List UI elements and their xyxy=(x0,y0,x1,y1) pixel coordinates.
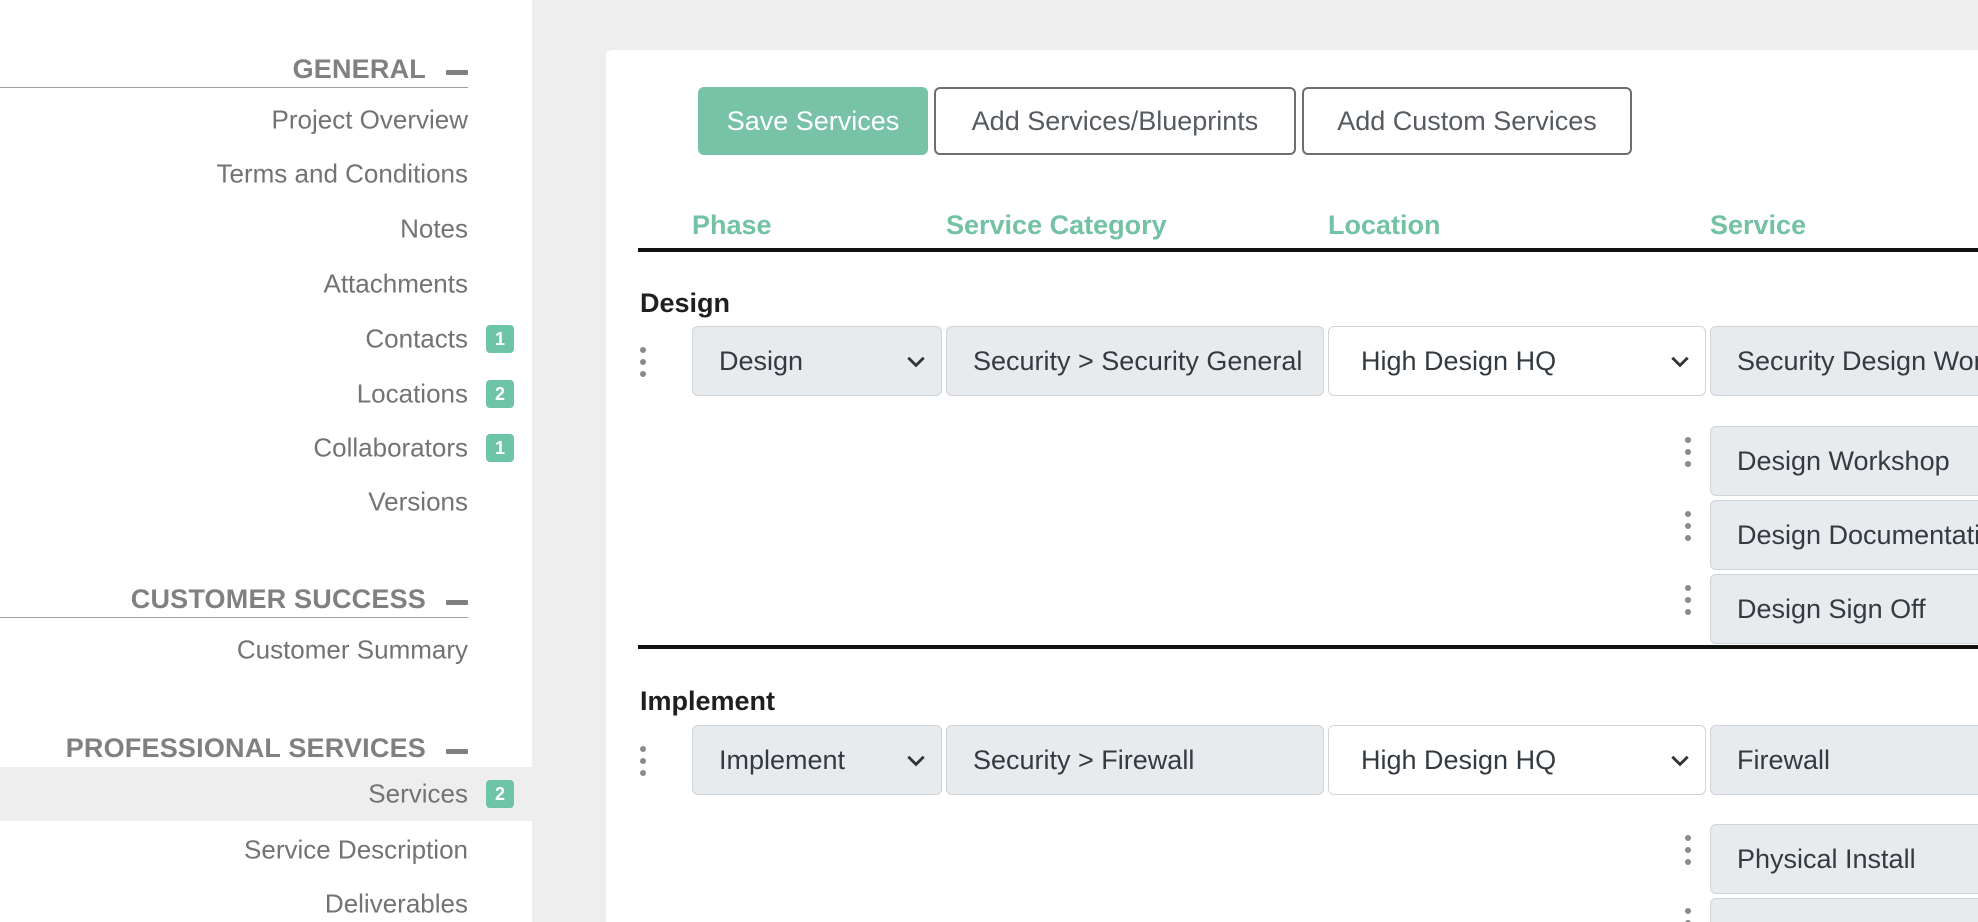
phase-select-value: Design xyxy=(719,345,804,376)
group-title-implement: Implement xyxy=(640,686,776,716)
chevron-down-icon xyxy=(907,755,925,767)
subservice-value: Physical Install xyxy=(1737,843,1916,874)
add-services-blueprints-button[interactable]: Add Services/Blueprints xyxy=(934,87,1296,155)
drag-handle-icon[interactable] xyxy=(1684,908,1692,922)
section-title: PROFESSIONAL SERVICES xyxy=(65,733,426,763)
service-category-value: Security > Security General xyxy=(973,345,1303,376)
sidebar-item-label: Project Overview xyxy=(271,104,469,135)
subservice-field[interactable] xyxy=(1710,898,1978,922)
sidebar-item-locations[interactable]: Locations 2 xyxy=(0,367,532,421)
sidebar-item-project-overview[interactable]: Project Overview xyxy=(0,93,532,147)
service-field[interactable]: Firewall xyxy=(1710,725,1978,795)
count-badge: 1 xyxy=(486,325,514,353)
service-category-field[interactable]: Security > Security General xyxy=(946,326,1324,396)
sidebar-item-terms[interactable]: Terms and Conditions xyxy=(0,147,532,201)
chevron-down-icon xyxy=(1671,755,1689,767)
phase-select[interactable]: Implement xyxy=(692,725,942,795)
drag-handle-icon[interactable] xyxy=(1684,835,1692,865)
service-value: Firewall xyxy=(1737,744,1831,775)
chevron-down-icon xyxy=(907,356,925,368)
subservice-field[interactable]: Design Workshop xyxy=(1710,426,1978,496)
sidebar-item-label: Deliverables xyxy=(324,888,468,919)
drag-handle-icon[interactable] xyxy=(639,746,647,776)
section-header-professional-services[interactable]: PROFESSIONAL SERVICES xyxy=(0,732,468,766)
sidebar-nav: GENERAL Project Overview Terms and Condi… xyxy=(0,0,532,922)
subservice-value: Design Documentation xyxy=(1737,519,1978,550)
subservice-field[interactable]: Design Sign Off xyxy=(1710,574,1978,644)
sidebar-item-contacts[interactable]: Contacts 1 xyxy=(0,312,532,366)
column-header-service-category[interactable]: Service Category xyxy=(946,210,1167,241)
drag-handle-icon[interactable] xyxy=(1684,437,1692,467)
phase-select-value: Implement xyxy=(719,744,846,775)
sidebar-item-label: Terms and Conditions xyxy=(216,158,468,189)
section-header-general[interactable]: GENERAL xyxy=(0,54,468,88)
sidebar-item-services[interactable]: Services 2 xyxy=(0,767,532,821)
section-header-customer-success[interactable]: CUSTOMER SUCCESS xyxy=(0,584,468,618)
location-select-value: High Design HQ xyxy=(1361,744,1557,775)
collapse-icon[interactable] xyxy=(446,749,468,754)
sidebar-item-customer-summary[interactable]: Customer Summary xyxy=(0,623,532,677)
drag-handle-icon[interactable] xyxy=(639,347,647,377)
subservice-field[interactable]: Physical Install xyxy=(1710,824,1978,894)
add-custom-services-button[interactable]: Add Custom Services xyxy=(1302,87,1632,155)
column-header-service[interactable]: Service xyxy=(1710,210,1806,241)
sidebar-item-service-description[interactable]: Service Description xyxy=(0,823,532,877)
count-badge: 2 xyxy=(486,780,514,808)
group-divider xyxy=(638,645,1978,649)
sidebar-item-label: Notes xyxy=(400,213,468,244)
column-header-location[interactable]: Location xyxy=(1328,210,1441,241)
column-header-phase[interactable]: Phase xyxy=(692,210,772,241)
chevron-down-icon xyxy=(1671,356,1689,368)
header-divider xyxy=(638,248,1978,252)
sidebar-item-label: Services xyxy=(368,778,468,809)
save-services-button[interactable]: Save Services xyxy=(698,87,928,155)
collapse-icon[interactable] xyxy=(446,600,468,605)
sidebar-item-label: Collaborators xyxy=(313,432,468,463)
sidebar-item-label: Contacts xyxy=(365,323,468,354)
service-category-field[interactable]: Security > Firewall xyxy=(946,725,1324,795)
location-select-value: High Design HQ xyxy=(1361,345,1557,376)
sidebar-item-collaborators[interactable]: Collaborators 1 xyxy=(0,421,532,475)
phase-select[interactable]: Design xyxy=(692,326,942,396)
subservice-value: Design Sign Off xyxy=(1737,593,1926,624)
sidebar-item-label: Locations xyxy=(356,378,468,409)
drag-handle-icon[interactable] xyxy=(1684,585,1692,615)
sidebar-item-notes[interactable]: Notes xyxy=(0,202,532,256)
collapse-icon[interactable] xyxy=(446,70,468,75)
sidebar-item-label: Customer Summary xyxy=(236,634,468,665)
sidebar-item-label: Versions xyxy=(368,486,468,517)
service-value: Security Design Workshop xyxy=(1737,345,1978,376)
count-badge: 1 xyxy=(486,434,514,462)
location-select[interactable]: High Design HQ xyxy=(1328,326,1706,396)
section-title: CUSTOMER SUCCESS xyxy=(130,584,426,614)
sidebar-item-label: Service Description xyxy=(244,834,468,865)
drag-handle-icon[interactable] xyxy=(1684,511,1692,541)
sidebar-item-versions[interactable]: Versions xyxy=(0,475,532,529)
count-badge: 2 xyxy=(486,380,514,408)
service-field[interactable]: Security Design Workshop xyxy=(1710,326,1978,396)
service-category-value: Security > Firewall xyxy=(973,744,1195,775)
subservice-value: Design Workshop xyxy=(1737,445,1950,476)
sidebar-item-label: Attachments xyxy=(323,268,468,299)
section-title: GENERAL xyxy=(292,54,426,84)
sidebar-item-attachments[interactable]: Attachments xyxy=(0,257,532,311)
sidebar-item-deliverables[interactable]: Deliverables xyxy=(0,877,532,922)
group-title-design: Design xyxy=(640,288,731,318)
subservice-field[interactable]: Design Documentation xyxy=(1710,500,1978,570)
location-select[interactable]: High Design HQ xyxy=(1328,725,1706,795)
